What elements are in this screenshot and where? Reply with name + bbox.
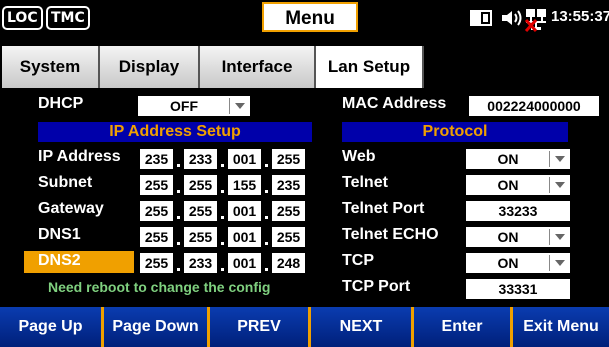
chevron-down-icon (549, 177, 570, 193)
telnet-echo-label: Telnet ECHO (342, 226, 439, 243)
separator-dot (221, 190, 224, 193)
enter-button[interactable]: Enter (414, 307, 513, 347)
page-up-button[interactable]: Page Up (0, 307, 104, 347)
separator-dot (265, 190, 268, 193)
tmc-indicator: TMC (46, 6, 90, 30)
subnet-octet-1[interactable]: 255 (140, 175, 173, 195)
clock: 13:55:37 (551, 8, 609, 25)
gateway-label: Gateway (38, 200, 104, 217)
dns1-octet-2[interactable]: 255 (184, 227, 217, 247)
subnet-label: Subnet (38, 174, 93, 191)
dhcp-label: DHCP (38, 95, 84, 112)
web-value: ON (497, 151, 519, 167)
tab-bar: System Display Interface Lan Setup (0, 46, 609, 92)
ip-address-label: IP Address (38, 148, 121, 165)
menu-title: Menu (262, 2, 358, 32)
reboot-note: Need reboot to change the config (48, 279, 271, 295)
telnet-dropdown[interactable]: ON (466, 175, 570, 195)
ip-address-octet-1[interactable]: 235 (140, 149, 173, 169)
tcp-port-field[interactable]: 33331 (466, 279, 570, 299)
separator-dot (221, 242, 224, 245)
next-button[interactable]: NEXT (311, 307, 414, 347)
ip-address-octet-2[interactable]: 233 (184, 149, 217, 169)
tab-display[interactable]: Display (100, 46, 200, 88)
telnet-port-label: Telnet Port (342, 200, 425, 217)
dns1-octet-3[interactable]: 001 (228, 227, 261, 247)
tcp-label: TCP (342, 252, 374, 269)
prev-button[interactable]: PREV (210, 307, 311, 347)
dns2-octet-1[interactable]: 255 (140, 253, 173, 273)
subnet-octet-4[interactable]: 235 (272, 175, 305, 195)
chevron-down-icon (229, 98, 250, 114)
separator-dot (177, 242, 180, 245)
separator-dot (265, 164, 268, 167)
instrument-screen: LOC TMC Menu 13:55:37 System Display Int (0, 0, 609, 347)
telnet-value: ON (497, 177, 519, 193)
gateway-octet-3[interactable]: 001 (228, 201, 261, 221)
chevron-down-icon (549, 229, 570, 245)
dns1-label: DNS1 (38, 226, 81, 243)
separator-dot (265, 242, 268, 245)
tab-lan-setup[interactable]: Lan Setup (316, 46, 424, 92)
dns2-octet-3[interactable]: 001 (228, 253, 261, 273)
ip-address-octet-3[interactable]: 001 (228, 149, 261, 169)
separator-dot (221, 268, 224, 271)
dns2-octet-4[interactable]: 248 (272, 253, 305, 273)
status-bar: LOC TMC Menu 13:55:37 (0, 0, 609, 36)
telnet-echo-value: ON (497, 229, 519, 245)
gateway-octet-1[interactable]: 255 (140, 201, 173, 221)
dhcp-dropdown[interactable]: OFF (138, 96, 250, 116)
separator-dot (177, 216, 180, 219)
telnet-port-field[interactable]: 33233 (466, 201, 570, 221)
web-dropdown[interactable]: ON (466, 149, 570, 169)
mac-address-label: MAC Address (342, 95, 447, 112)
memory-icon (470, 10, 492, 26)
lan-setup-panel: DHCP OFF IP Address Setup IP Address Sub… (14, 88, 607, 302)
separator-dot (177, 268, 180, 271)
tab-interface[interactable]: Interface (200, 46, 316, 88)
ip-address-octet-4[interactable]: 255 (272, 149, 305, 169)
mac-address-value: 002224000000 (469, 96, 599, 116)
gateway-octet-2[interactable]: 255 (184, 201, 217, 221)
separator-dot (265, 216, 268, 219)
protocol-header: Protocol (342, 122, 568, 142)
lan-disconnected-icon (524, 9, 546, 32)
dns2-octet-2[interactable]: 233 (184, 253, 217, 273)
separator-dot (177, 190, 180, 193)
tab-system[interactable]: System (2, 46, 100, 88)
tcp-dropdown[interactable]: ON (466, 253, 570, 273)
separator-dot (221, 216, 224, 219)
subnet-octet-2[interactable]: 255 (184, 175, 217, 195)
tcp-value: ON (497, 255, 519, 271)
subnet-octet-3[interactable]: 155 (228, 175, 261, 195)
telnet-echo-dropdown[interactable]: ON (466, 227, 570, 247)
dns1-octet-4[interactable]: 255 (272, 227, 305, 247)
loc-indicator: LOC (2, 6, 43, 30)
exit-menu-button[interactable]: Exit Menu (513, 307, 609, 347)
dhcp-value: OFF (170, 98, 198, 114)
speaker-icon (502, 10, 522, 26)
dns1-octet-1[interactable]: 255 (140, 227, 173, 247)
web-label: Web (342, 148, 376, 165)
telnet-label: Telnet (342, 174, 388, 191)
separator-dot (265, 268, 268, 271)
page-down-button[interactable]: Page Down (104, 307, 210, 347)
chevron-down-icon (549, 255, 570, 271)
ip-address-setup-header: IP Address Setup (38, 122, 312, 142)
dns2-label: DNS2 (38, 252, 81, 269)
gateway-octet-4[interactable]: 255 (272, 201, 305, 221)
softkey-bar: Page Up Page Down PREV NEXT Enter Exit M… (0, 307, 609, 347)
chevron-down-icon (549, 151, 570, 167)
tcp-port-label: TCP Port (342, 278, 411, 295)
separator-dot (177, 164, 180, 167)
separator-dot (221, 164, 224, 167)
